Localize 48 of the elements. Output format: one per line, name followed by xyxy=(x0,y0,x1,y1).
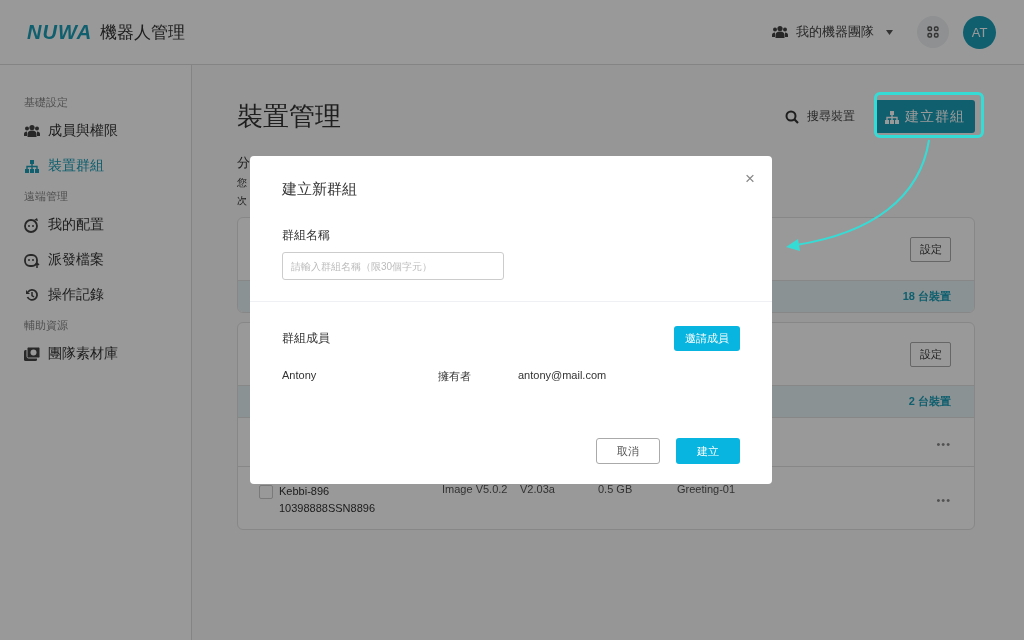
people-icon xyxy=(772,25,788,39)
search-icon xyxy=(785,109,799,124)
sidebar-item[interactable]: 團隊素材庫 xyxy=(24,339,118,369)
description-text: 您 xyxy=(237,176,247,190)
greeting-name: Greeting-01 xyxy=(677,483,737,495)
hierarchy-icon xyxy=(25,159,39,173)
storage-size: 0.5 GB xyxy=(598,483,634,495)
device-count: 18 台裝置 xyxy=(902,289,951,304)
more-button[interactable]: ••• xyxy=(936,494,951,506)
close-button[interactable]: × xyxy=(745,170,755,188)
firmware-version: V2.03a xyxy=(520,483,556,495)
more-button[interactable]: ••• xyxy=(936,438,951,450)
gallery-icon xyxy=(24,347,40,361)
logo: NUWA xyxy=(27,20,93,44)
page-title: 裝置管理 xyxy=(237,100,341,133)
field-label: 群組名稱 xyxy=(282,227,330,244)
sidebar-item[interactable]: 成員與權限 xyxy=(24,116,118,146)
search-button[interactable]: 搜尋裝置 xyxy=(785,108,855,125)
section-label: 輔助資源 xyxy=(24,318,69,333)
sidebar-item[interactable]: 派發檔案 xyxy=(24,245,104,275)
cancel-button[interactable]: 取消 xyxy=(596,438,660,464)
device-name: Kebbi-896 10398888SSN8896 xyxy=(279,484,377,516)
device-count: 2 台裝置 xyxy=(908,394,951,409)
grid-icon xyxy=(927,26,939,38)
image-version: Image V5.0.2 xyxy=(442,483,509,495)
section-label: 基礎設定 xyxy=(24,95,69,110)
settings-button[interactable]: 設定 xyxy=(910,236,951,262)
settings-button[interactable]: 設定 xyxy=(910,341,951,367)
people-icon xyxy=(24,124,40,138)
sidebar-item[interactable]: 我的配置 xyxy=(24,210,104,240)
history-icon xyxy=(25,288,39,302)
description-text: 次 xyxy=(237,194,247,208)
caret-icon xyxy=(886,29,893,35)
member-name: Antony xyxy=(282,369,318,383)
subtitle: 分 xyxy=(237,154,250,172)
member-role: 擁有者 xyxy=(438,369,472,384)
team-dropdown[interactable]: 我的機器團隊 xyxy=(772,23,893,41)
robot-upload-icon xyxy=(24,252,40,268)
member-email: antony@mail.com xyxy=(518,369,608,383)
section-label: 群組成員 xyxy=(282,330,330,347)
apps-button[interactable] xyxy=(917,16,949,48)
checkbox[interactable] xyxy=(259,485,273,499)
hierarchy-icon xyxy=(885,109,899,124)
robot-face-icon xyxy=(24,217,40,233)
sidebar-item[interactable]: 操作記錄 xyxy=(24,280,104,310)
app-title: 機器人管理 xyxy=(100,21,186,44)
dialog-title: 建立新群組 xyxy=(282,180,357,199)
section-label: 遠端管理 xyxy=(24,189,69,204)
